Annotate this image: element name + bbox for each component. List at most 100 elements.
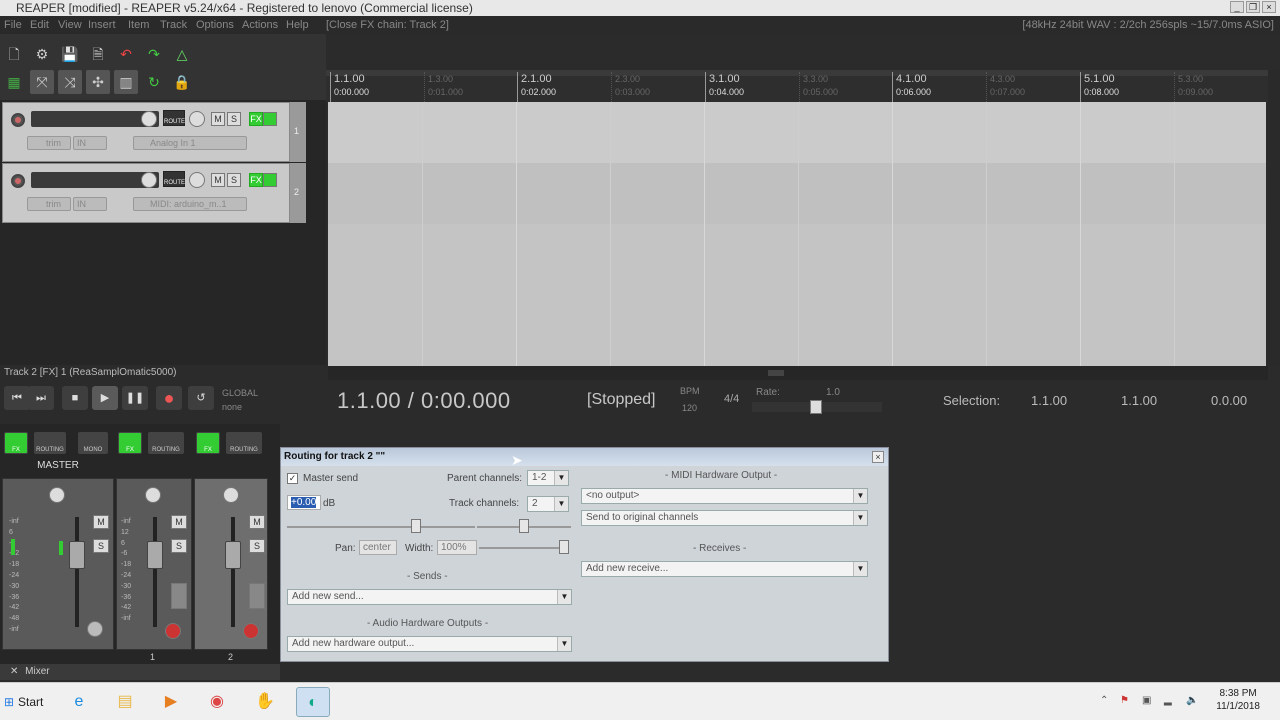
envelope-icon[interactable]: ✣ bbox=[86, 70, 110, 94]
fx-button[interactable]: FX bbox=[249, 173, 263, 187]
master-fx-button[interactable]: FX bbox=[4, 432, 28, 454]
rate-slider[interactable] bbox=[752, 400, 882, 414]
menu-insert[interactable]: Insert bbox=[88, 16, 116, 34]
start-button[interactable]: ⊞ Start bbox=[2, 689, 50, 715]
pan-knob[interactable] bbox=[189, 172, 205, 188]
chrome-icon[interactable]: ◉ bbox=[200, 687, 234, 717]
close-window-button[interactable]: × bbox=[1262, 1, 1276, 13]
arrange-view[interactable] bbox=[328, 102, 1266, 366]
pan-knob[interactable] bbox=[189, 111, 205, 127]
menu-view[interactable]: View bbox=[58, 16, 82, 34]
repeat-button[interactable]: ↺ bbox=[188, 386, 214, 410]
timeline-ruler[interactable]: 1.1.00 0:00.000 1.3.00 0:01.000 2.1.00 0:02… bbox=[326, 70, 1270, 104]
track-name-field[interactable] bbox=[31, 111, 159, 127]
track-channels-select[interactable]: 2 ▼ bbox=[527, 496, 569, 512]
track-1-solo-button[interactable]: S bbox=[171, 539, 187, 553]
metronome-icon[interactable]: △ bbox=[170, 42, 194, 66]
fx-bypass-icon[interactable] bbox=[263, 112, 277, 126]
region-bar[interactable] bbox=[326, 70, 1270, 76]
network-icon[interactable]: ▂ bbox=[1164, 695, 1176, 707]
track-1-pan-knob[interactable] bbox=[145, 487, 161, 503]
track-1-mute-button[interactable]: M bbox=[171, 515, 187, 529]
open-project-icon[interactable]: ⚙ bbox=[30, 42, 54, 66]
project-settings-icon[interactable]: 🗎 bbox=[86, 42, 110, 66]
redo-icon[interactable]: ↷ bbox=[142, 42, 166, 66]
stop-button[interactable]: ■ bbox=[62, 386, 88, 410]
track-2-input-icon[interactable] bbox=[249, 583, 265, 609]
dialog-close-button[interactable]: × bbox=[872, 451, 884, 463]
menu-track[interactable]: Track bbox=[160, 16, 187, 34]
pan-field[interactable]: center bbox=[359, 540, 397, 555]
track-1-fader-track[interactable] bbox=[153, 517, 157, 627]
pause-button[interactable]: ❚❚ bbox=[122, 386, 148, 410]
track-name-field[interactable] bbox=[31, 172, 159, 188]
minimize-button[interactable]: _ bbox=[1230, 1, 1244, 13]
track-1-panel[interactable]: ROUTE M S FX trim IN Analog In 1 bbox=[2, 102, 290, 162]
tray-expand-icon[interactable]: ⌃ bbox=[1100, 695, 1112, 707]
horizontal-scrollbar[interactable] bbox=[328, 366, 1268, 380]
add-hardware-output-select[interactable]: Add new hardware output... ▼ bbox=[287, 636, 572, 652]
menu-edit[interactable]: Edit bbox=[30, 16, 49, 34]
mixer-strip-track-1[interactable]: -inf 12 6 -6 -18 -24 -30 -36 -42 -inf M S bbox=[116, 478, 192, 650]
track-1-lane[interactable] bbox=[328, 102, 1266, 163]
record-arm-icon[interactable] bbox=[11, 174, 25, 188]
track-2-routing-button[interactable]: ROUTING bbox=[226, 432, 262, 454]
track-1-input-icon[interactable] bbox=[171, 583, 187, 609]
mixer-strip-track-2[interactable]: M S bbox=[194, 478, 268, 650]
track-1-routing-button[interactable]: ROUTING bbox=[148, 432, 184, 454]
width-slider[interactable] bbox=[559, 540, 569, 554]
system-clock[interactable]: 8:38 PM 11/1/2018 bbox=[1216, 687, 1260, 713]
track-2-solo-button[interactable]: S bbox=[249, 539, 265, 553]
save-project-icon[interactable]: 💾 bbox=[58, 42, 82, 66]
parent-channels-select[interactable]: 1-2 ▼ bbox=[527, 470, 569, 486]
rate-slider-thumb[interactable] bbox=[810, 400, 822, 414]
restore-button[interactable]: ❐ bbox=[1246, 1, 1260, 13]
add-send-select[interactable]: Add new send... ▼ bbox=[287, 589, 572, 605]
record-arm-icon[interactable] bbox=[11, 113, 25, 127]
input-monitor-button[interactable]: IN bbox=[73, 197, 107, 211]
track-2-record-arm-icon[interactable] bbox=[243, 623, 259, 639]
master-fader[interactable] bbox=[69, 541, 85, 569]
close-tab-icon[interactable]: ✕ bbox=[0, 666, 18, 677]
tray-app-icon[interactable]: ▣ bbox=[1142, 695, 1154, 707]
width-slider-track[interactable] bbox=[479, 547, 569, 549]
bpm-value[interactable]: 120 bbox=[682, 403, 697, 413]
track-2-fader-track[interactable] bbox=[231, 517, 235, 627]
global-automation-label[interactable]: GLOBAL bbox=[222, 388, 258, 398]
master-settings-icon[interactable] bbox=[87, 621, 103, 637]
selection-start[interactable]: 1.1.00 bbox=[1031, 393, 1067, 408]
trim-button[interactable]: trim bbox=[27, 136, 71, 150]
snap-icon[interactable]: ⤨ bbox=[58, 70, 82, 94]
mixer-tab[interactable]: ✕ Mixer bbox=[0, 664, 280, 680]
master-fader-track[interactable] bbox=[75, 517, 79, 627]
record-button[interactable]: ● bbox=[156, 386, 182, 410]
mute-button[interactable]: M bbox=[211, 173, 225, 187]
track-2-panel[interactable]: ROUTE M S FX trim IN MIDI: arduino_m..1 bbox=[2, 163, 290, 223]
volume-field[interactable]: +0.00 bbox=[287, 495, 321, 510]
track-2-fader[interactable] bbox=[225, 541, 241, 569]
automation-mode-label[interactable]: none bbox=[222, 402, 242, 412]
play-button[interactable]: ▶ bbox=[92, 386, 118, 410]
track-2-mute-button[interactable]: M bbox=[249, 515, 265, 529]
file-explorer-icon[interactable]: ▤ bbox=[108, 687, 142, 717]
track-1-fx-button[interactable]: FX bbox=[118, 432, 142, 454]
solo-button[interactable]: S bbox=[227, 112, 241, 126]
midi-output-select[interactable]: <no output> ▼ bbox=[581, 488, 868, 504]
new-project-icon[interactable]: 🗋 bbox=[2, 42, 26, 66]
media-player-icon[interactable]: ▶ bbox=[154, 687, 188, 717]
master-solo-button[interactable]: S bbox=[93, 539, 109, 553]
undo-icon[interactable]: ↶ bbox=[114, 42, 138, 66]
track-1-fader[interactable] bbox=[147, 541, 163, 569]
menu-close-fx-chain[interactable]: [Close FX chain: Track 2] bbox=[326, 16, 449, 34]
go-to-end-button[interactable]: ⏭ bbox=[28, 386, 54, 410]
lock-icon[interactable]: 🔒 bbox=[170, 70, 194, 94]
input-select[interactable]: Analog In 1 bbox=[133, 136, 247, 150]
track-1-record-arm-icon[interactable] bbox=[165, 623, 181, 639]
fx-button[interactable]: FX bbox=[249, 112, 263, 126]
midi-channels-select[interactable]: Send to original channels ▼ bbox=[581, 510, 868, 526]
fx-bypass-icon[interactable] bbox=[263, 173, 277, 187]
input-monitor-button[interactable]: IN bbox=[73, 136, 107, 150]
track-2-lane[interactable] bbox=[328, 163, 1266, 224]
go-to-start-button[interactable]: ⏮ bbox=[4, 386, 30, 410]
solo-button[interactable]: S bbox=[227, 173, 241, 187]
